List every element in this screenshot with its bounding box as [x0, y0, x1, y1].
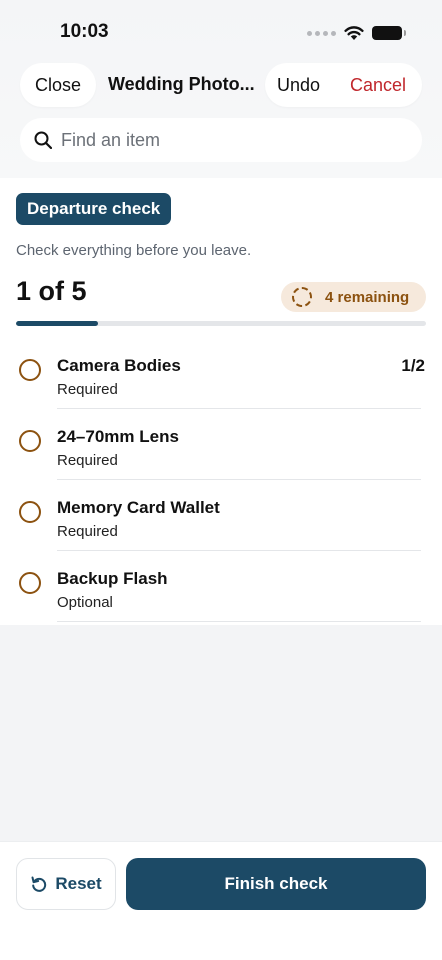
progress-bar — [16, 321, 426, 326]
list-item[interactable]: Memory Card Wallet Required — [0, 480, 442, 551]
search-icon — [34, 131, 52, 149]
pending-ring-icon — [292, 287, 312, 307]
check-type-badge: Departure check — [16, 193, 172, 225]
item-requirement: Required — [57, 523, 118, 540]
list-item[interactable]: 24–70mm Lens Required — [0, 409, 442, 480]
check-subtitle: Check everything before you leave. — [16, 242, 252, 259]
item-name: 24–70mm Lens — [57, 427, 179, 446]
page-title: Wedding Photo... — [108, 74, 254, 94]
checklist: Camera Bodies Required 1/2 24–70mm Lens … — [0, 338, 442, 622]
search-bar[interactable] — [20, 118, 422, 162]
signal-icon — [307, 30, 336, 36]
unchecked-circle-icon[interactable] — [19, 501, 41, 523]
status-bar: 10:03 — [0, 0, 442, 60]
search-input[interactable] — [61, 129, 381, 151]
wifi-icon — [344, 26, 364, 40]
item-name: Camera Bodies — [57, 356, 181, 375]
undo-button[interactable]: Undo — [277, 75, 320, 96]
close-label: Close — [34, 74, 82, 95]
status-icons — [307, 22, 406, 44]
unchecked-circle-icon[interactable] — [19, 572, 41, 594]
top-area: 10:03 Close Wedding Photo... Undo Cancel — [0, 0, 442, 178]
progress-bar-fill — [16, 321, 98, 326]
check-panel: Departure check Check everything before … — [0, 178, 442, 625]
close-button[interactable]: Close — [20, 63, 96, 107]
header-actions: Undo Cancel — [265, 63, 422, 107]
item-name: Backup Flash — [57, 569, 168, 588]
reset-button[interactable]: Reset — [16, 858, 116, 910]
progress-count: 1 of 5 — [16, 276, 87, 306]
status-time: 10:03 — [60, 21, 109, 42]
item-requirement: Required — [57, 452, 118, 469]
item-requirement: Required — [57, 381, 118, 398]
list-item[interactable]: Backup Flash Optional — [0, 551, 442, 622]
cancel-button[interactable]: Cancel — [350, 75, 406, 96]
bottom-action-bar: Reset Finish check — [0, 841, 442, 960]
divider — [57, 621, 421, 622]
finish-check-button[interactable]: Finish check — [126, 858, 426, 910]
unchecked-circle-icon[interactable] — [19, 359, 41, 381]
item-requirement: Optional — [57, 594, 113, 611]
item-name: Memory Card Wallet — [57, 498, 220, 517]
remaining-label: 4 remaining — [325, 288, 410, 306]
remaining-badge: 4 remaining — [281, 282, 426, 312]
item-quantity: 1/2 — [401, 356, 425, 375]
reset-icon — [31, 876, 47, 892]
unchecked-circle-icon[interactable] — [19, 430, 41, 452]
battery-icon — [372, 26, 406, 40]
list-item[interactable]: Camera Bodies Required 1/2 — [0, 338, 442, 409]
reset-label: Reset — [55, 874, 102, 893]
